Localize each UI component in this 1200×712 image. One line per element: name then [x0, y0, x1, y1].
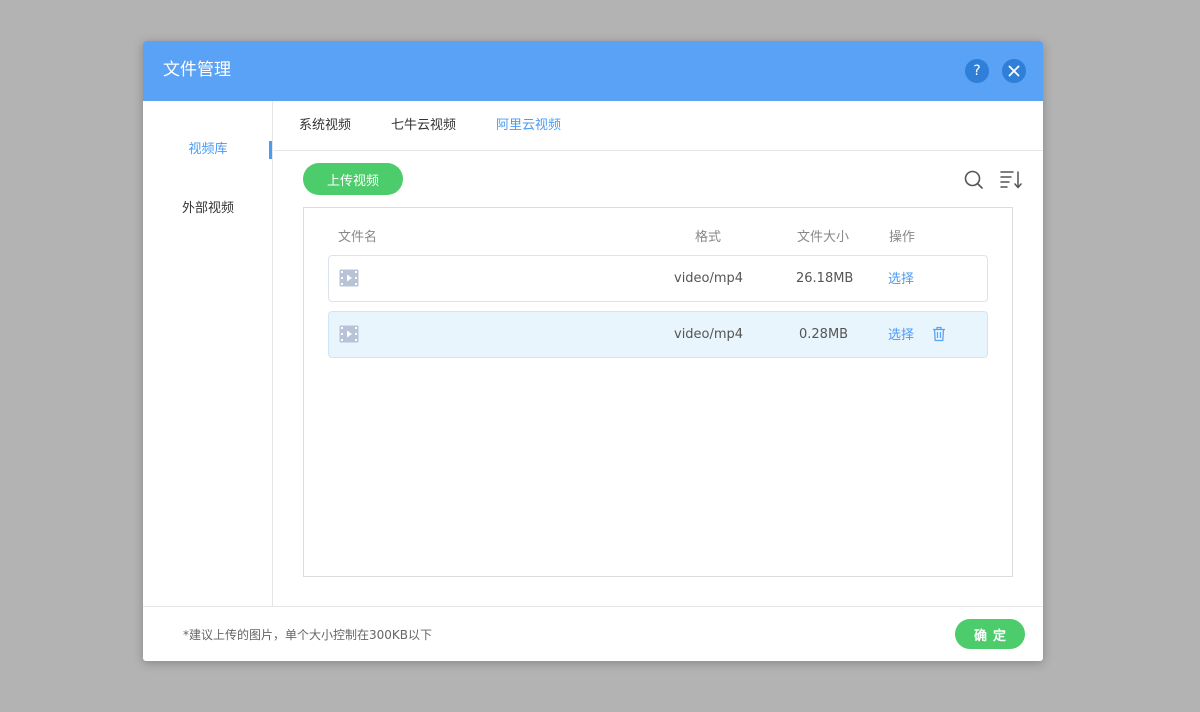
- trash-icon[interactable]: [932, 326, 946, 342]
- upload-hint-text: *建议上传的图片，单个大小控制在300KB以下: [183, 628, 433, 642]
- file-format: video/mp4: [674, 271, 744, 286]
- close-button[interactable]: [1002, 59, 1026, 83]
- tab-system-video[interactable]: 系统视频: [299, 116, 351, 136]
- close-icon: [1008, 65, 1020, 77]
- sidebar-active-indicator: [269, 141, 272, 159]
- sidebar-item-external-video[interactable]: 外部视频: [143, 199, 273, 219]
- dialog-footer: *建议上传的图片，单个大小控制在300KB以下 确定: [143, 606, 1043, 661]
- video-file-icon: [339, 269, 359, 287]
- column-header-filesize: 文件大小: [797, 230, 850, 245]
- help-button[interactable]: ?: [965, 59, 989, 83]
- dialog-title: 文件管理: [163, 60, 231, 80]
- video-file-icon: [339, 325, 359, 343]
- table-row[interactable]: video/mp4 26.18MB 选择: [328, 255, 988, 302]
- file-manager-dialog: 文件管理 ? 视频库 外部视频 系统视频 七牛云视频 阿里云视频 上传视频 文件…: [143, 41, 1043, 661]
- column-header-filename: 文件名: [338, 230, 378, 245]
- sort-button[interactable]: [999, 168, 1023, 192]
- file-list-panel: 文件名 格式 文件大小 操作 video/mp4 26.18MB 选择 vide…: [303, 207, 1013, 577]
- tab-qiniu-video[interactable]: 七牛云视频: [391, 116, 456, 136]
- select-link[interactable]: 选择: [888, 270, 914, 290]
- tab-aliyun-video[interactable]: 阿里云视频: [496, 116, 561, 136]
- search-icon: [964, 170, 983, 189]
- tab-bar: 系统视频 七牛云视频 阿里云视频: [274, 101, 1043, 151]
- column-header-actions: 操作: [889, 230, 916, 245]
- sidebar-item-video-library[interactable]: 视频库: [143, 140, 273, 160]
- upload-video-button[interactable]: 上传视频: [303, 163, 403, 195]
- question-mark-icon: ?: [973, 63, 981, 79]
- file-size: 0.28MB: [799, 327, 849, 342]
- select-link[interactable]: 选择: [888, 326, 914, 346]
- sidebar: 视频库 外部视频: [143, 101, 273, 606]
- file-size: 26.18MB: [796, 271, 854, 286]
- column-header-format: 格式: [695, 230, 722, 245]
- confirm-button[interactable]: 确定: [955, 619, 1025, 649]
- dialog-header: 文件管理 ?: [143, 41, 1043, 101]
- file-format: video/mp4: [674, 327, 744, 342]
- sort-icon: [1000, 171, 1022, 189]
- search-button[interactable]: [962, 168, 986, 192]
- table-row[interactable]: video/mp4 0.28MB 选择: [328, 311, 988, 358]
